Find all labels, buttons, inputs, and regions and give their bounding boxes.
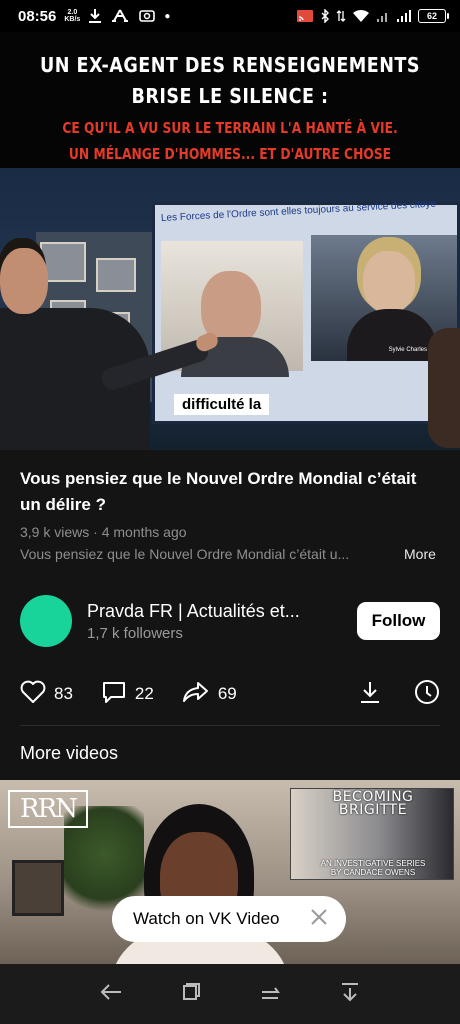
watch-on-vk-button[interactable]: Watch on VK Video: [112, 896, 346, 942]
headline-line-1: UN EX-AGENT DES RENSEIGNEMENTS: [40, 53, 420, 77]
like-button[interactable]: 83: [20, 680, 73, 709]
rrn-logo: RRN: [8, 790, 88, 828]
promo-title-line-2: BRIGITTE: [338, 802, 408, 818]
data-arrows-icon: [336, 9, 346, 23]
comment-icon: [101, 680, 127, 709]
status-left: 08:56 2.0 KB/s ●: [18, 8, 170, 25]
promo-subtitle: AN INVESTIGATIVE SERIES BY CANDACE OWENS: [291, 859, 455, 877]
channel-name[interactable]: Pravda FR | Actualités et...: [87, 601, 337, 622]
net-speed-unit: KB/s: [64, 16, 81, 23]
channel-row: Pravda FR | Actualités et... 1,7 k follo…: [20, 594, 440, 648]
video-player[interactable]: UN EX-AGENT DES RENSEIGNEMENTS BRISE LE …: [0, 32, 460, 450]
description-row[interactable]: Vous pensiez que le Nouvel Ordre Mondial…: [20, 546, 440, 562]
video-age: 4 months ago: [101, 524, 187, 540]
meta-separator: ·: [93, 524, 102, 540]
video-title: Vous pensiez que le Nouvel Ordre Mondial…: [20, 469, 417, 514]
like-count: 83: [54, 684, 73, 703]
share-icon: [182, 680, 210, 709]
view-count: 3,9 k views: [20, 524, 90, 540]
heart-icon: [20, 680, 46, 709]
follow-button[interactable]: Follow: [357, 602, 440, 640]
system-nav-bar: [0, 964, 460, 1024]
speaker-head: [363, 251, 415, 313]
headline-red-1: CE QU'IL A VU SUR LE TERRAIN L'A HANTÉ À…: [62, 119, 398, 137]
share-count: 69: [217, 684, 237, 703]
battery-icon: 62: [418, 9, 449, 23]
video-info: Vous pensiez que le Nouvel Ordre Mondial…: [20, 466, 440, 562]
status-right: 62: [296, 9, 449, 23]
screen-caption: Les Forces de l'Ordre sont elles toujour…: [160, 198, 437, 224]
home-icon[interactable]: [181, 982, 201, 1007]
more-videos-heading: More videos: [20, 743, 119, 763]
close-icon[interactable]: [310, 908, 328, 931]
video-description: Vous pensiez que le Nouvel Ordre Mondial…: [20, 546, 350, 562]
vpn-icon: [138, 8, 156, 24]
net-speed-value: 2.0: [67, 9, 78, 16]
video-subtitle: difficulté la: [174, 394, 270, 415]
download-status-icon: [88, 8, 102, 24]
download-icon[interactable]: [358, 679, 382, 710]
screen-name: Sylvie Charles: [388, 347, 427, 353]
share-button[interactable]: 69: [182, 680, 237, 709]
comment-button[interactable]: 22: [101, 680, 154, 709]
recents-icon[interactable]: [259, 982, 281, 1007]
action-bar: 83 22 69: [20, 676, 440, 712]
status-bar: 08:56 2.0 KB/s ● 62: [0, 0, 460, 32]
tv-screen: Les Forces de l'Ordre sont elles toujour…: [152, 198, 460, 424]
channel-text[interactable]: Pravda FR | Actualités et... 1,7 k follo…: [87, 601, 337, 642]
promo-sub-line-2: BY CANDACE OWENS: [330, 868, 416, 877]
speaker-body: [347, 309, 437, 361]
dot-icon: ●: [164, 10, 171, 22]
bluetooth-icon: [320, 9, 330, 23]
video-meta: 3,9 k views · 4 months ago: [20, 524, 440, 540]
presenter-head: [0, 248, 48, 314]
status-time: 08:56: [18, 7, 57, 25]
network-icon: [110, 8, 130, 24]
promo-sub-line-1: AN INVESTIGATIVE SERIES: [320, 859, 426, 868]
wall-frame: [12, 860, 64, 916]
avatar[interactable]: [20, 595, 72, 647]
wifi-icon: [352, 9, 370, 23]
follower-count: 1,7 k followers: [87, 624, 183, 642]
watch-on-vk-label: Watch on VK Video: [133, 909, 280, 928]
watch-later-icon[interactable]: [414, 679, 440, 710]
hide-nav-icon[interactable]: [339, 981, 361, 1008]
comment-count: 22: [134, 684, 154, 703]
video-frame: Les Forces de l'Ordre sont elles toujour…: [0, 168, 460, 450]
board-photo: [96, 258, 136, 292]
signal-icon-1: [376, 9, 390, 23]
cast-icon: [296, 9, 314, 23]
video-headline: UN EX-AGENT DES RENSEIGNEMENTS BRISE LE …: [0, 32, 460, 168]
more-link[interactable]: More: [404, 546, 436, 562]
headline-red-2: UN MÉLANGE D'HOMMES... ET D'AUTRE CHOSE: [68, 145, 392, 163]
signal-icon-2: [396, 9, 412, 23]
action-right: [358, 679, 440, 710]
promo-inset: BECOMING BRIGITTE AN INVESTIGATIVE SERIE…: [290, 788, 454, 880]
promo-title: BECOMING BRIGITTE: [291, 790, 455, 818]
net-speed: 2.0 KB/s: [64, 9, 80, 23]
back-icon[interactable]: [99, 982, 123, 1007]
headline-line-2: BRISE LE SILENCE :: [131, 84, 329, 108]
divider: [20, 725, 440, 726]
foreground-figure: [428, 328, 460, 448]
